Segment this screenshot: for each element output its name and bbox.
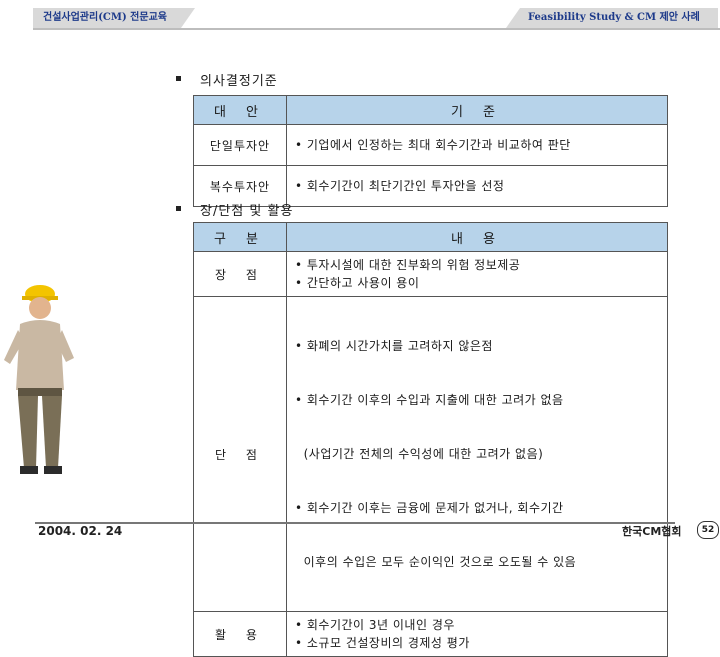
- section-bullet: [176, 76, 181, 81]
- footer-date: 2004. 02. 24: [38, 524, 123, 538]
- footer-divider: [35, 522, 675, 524]
- section-bullet: [176, 206, 181, 211]
- section-title-pros-cons: 장/단점 및 활용: [200, 204, 294, 219]
- row-content: • 회수기간이 최단기간인 투자안을 선정: [286, 165, 668, 207]
- row-label: 장 점: [193, 251, 287, 297]
- column-header-content: 내 용: [286, 222, 668, 252]
- section-title-criteria: 의사결정기준: [200, 74, 278, 89]
- footer-organization: 한국CM협회: [622, 525, 682, 538]
- row-content: • 투자시설에 대한 진부화의 위험 정보제공 • 간단하고 사용이 용이: [286, 251, 668, 297]
- content-line: • 회수기간이 3년 이내인 경우: [295, 618, 455, 632]
- column-header-alternative: 대 안: [193, 95, 287, 125]
- content-line: • 회수기간 이후는 금융에 문제가 없거나, 회수기간: [295, 501, 564, 515]
- content-line: 이후의 수입은 모두 순이익인 것으로 오도될 수 있음: [295, 555, 577, 569]
- content-line: (사업기간 전체의 수익성에 대한 고려가 없음): [295, 447, 544, 461]
- row-label: 활 용: [193, 611, 287, 657]
- row-content: • 화폐의 시간가치를 고려하지 않은점 • 회수기간 이후의 수입과 지출에 …: [286, 296, 668, 612]
- row-label: 단 점: [193, 296, 287, 612]
- construction-worker-illustration: [4, 285, 74, 474]
- page-number: 52: [697, 521, 719, 539]
- content-line: • 회수기간 이후의 수입과 지출에 대한 고려가 없음: [295, 393, 564, 407]
- content-line: • 투자시설에 대한 진부화의 위험 정보제공: [295, 258, 521, 272]
- slide-topic-tag: Feasibility Study & CM 제안 사례: [506, 8, 718, 28]
- row-content: • 회수기간이 3년 이내인 경우 • 소규모 건설장비의 경제성 평가: [286, 611, 668, 657]
- pros-cons-table: 구 분 내 용 장 점 • 투자시설에 대한 진부화의 위험 정보제공 • 간단…: [193, 222, 668, 657]
- row-content: • 기업에서 인정하는 최대 회수기간과 비교하여 판단: [286, 124, 668, 166]
- criteria-table: 대 안 기 준 단일투자안 • 기업에서 인정하는 최대 회수기간과 비교하여 …: [193, 95, 668, 207]
- content-line: • 화폐의 시간가치를 고려하지 않은점: [295, 339, 493, 353]
- content-line: • 간단하고 사용이 용이: [295, 276, 420, 290]
- column-header-category: 구 분: [193, 222, 287, 252]
- column-header-criteria: 기 준: [286, 95, 668, 125]
- row-label: 단일투자안: [193, 124, 287, 166]
- header-divider: [33, 28, 720, 30]
- content-line: • 소규모 건설장비의 경제성 평가: [295, 636, 470, 650]
- course-title-tag: 건설사업관리(CM) 전문교육: [33, 8, 195, 28]
